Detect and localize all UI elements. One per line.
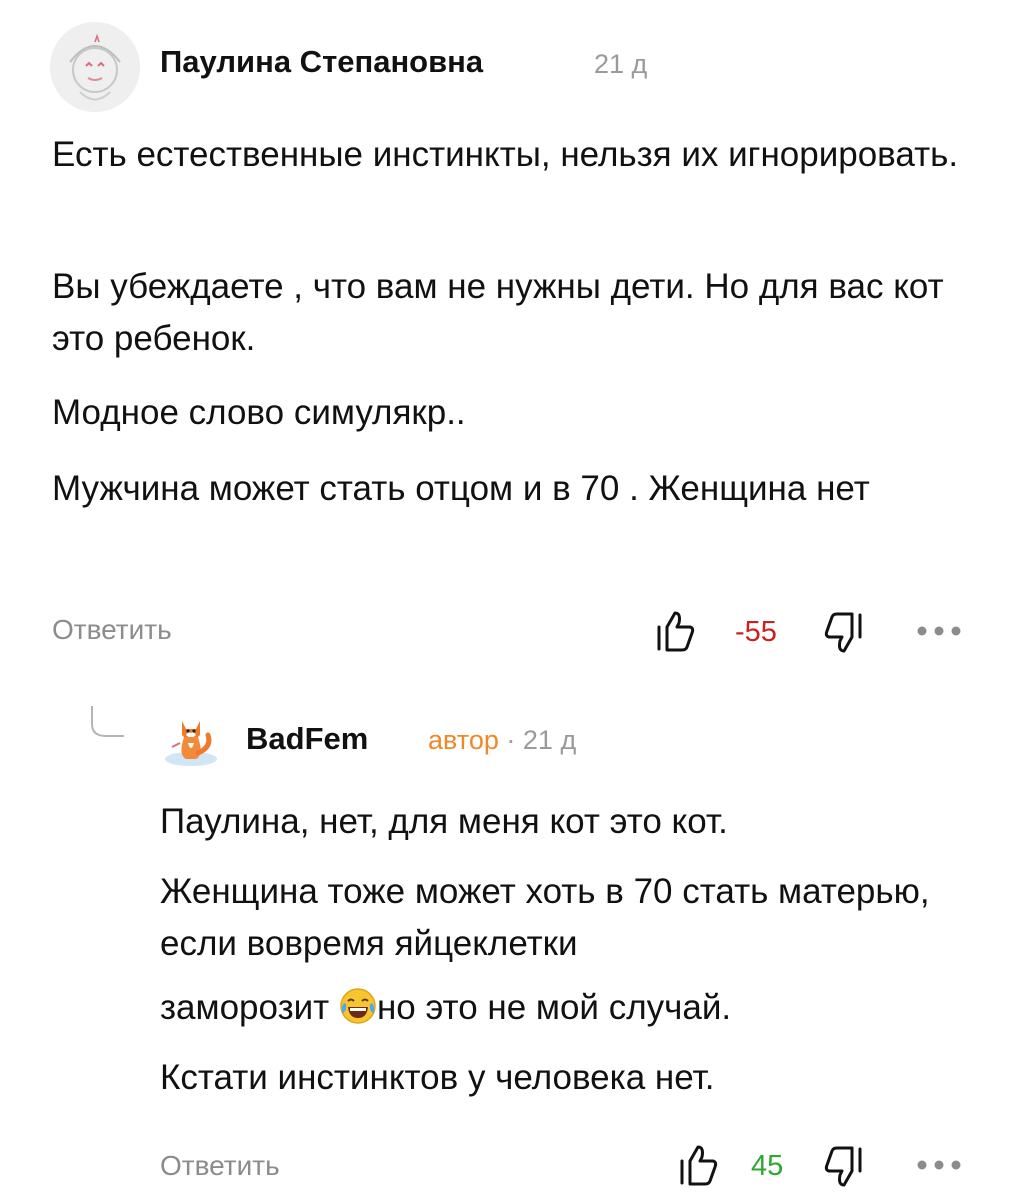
reply-text-fragment: заморозит [160,988,330,1027]
face-with-tears-of-joy-icon [339,987,377,1040]
more-dots-icon [917,626,961,636]
reply-meta: автор · 21 д [428,725,576,756]
fox-avatar-icon [160,707,222,769]
thumbs-down-icon [824,1146,862,1187]
avatar[interactable] [160,707,222,774]
dislike-button[interactable] [822,611,864,660]
comment-paragraph: Мужчина может стать отцом и в 70 . Женщи… [52,469,870,508]
reply-score: 45 [751,1150,784,1182]
more-button[interactable] [916,624,962,643]
like-button[interactable] [678,1143,720,1192]
comment-timestamp: 21 д [594,49,648,79]
comment-paragraph: Есть естественные инстинкты, нельзя их и… [52,135,959,174]
dislike-button[interactable] [822,1145,864,1194]
reply-button[interactable]: Ответить [52,614,172,646]
thumbs-down-icon [824,612,862,653]
reply-button[interactable]: Ответить [160,1150,280,1182]
meta-separator: · [506,725,516,755]
avatar[interactable] [50,22,140,112]
avatar-drawing-icon [50,22,140,112]
reply-text-fragment: но это не мой случай. [376,988,732,1027]
thumbs-up-icon [657,611,695,652]
reply-paragraph: Кстати инстинктов у человека нет. [160,1058,715,1097]
reply-timestamp: 21 д [522,725,577,755]
like-button[interactable] [655,609,697,658]
reply-paragraph-line: заморозит но это не мой случай. [160,982,980,1040]
more-dots-icon [917,1160,961,1170]
reply-paragraph: Паулина, нет, для меня кот это кот. [160,802,728,841]
author-badge: автор [428,725,499,755]
comment-paragraph: Модное слово симулякр.. [52,393,466,432]
reply-author-name[interactable]: BadFem [246,721,368,757]
comment-score: -55 [735,616,777,648]
reply-paragraph: Женщина тоже может хоть в 70 стать матер… [160,872,930,963]
comment-author-name[interactable]: Паулина Степановна [160,44,483,80]
thread-connector-icon [91,706,124,737]
comment-paragraph: Вы убеждаете , что вам не нужны дети. Но… [52,267,944,358]
thumbs-up-icon [680,1145,718,1186]
more-button[interactable] [916,1158,962,1177]
